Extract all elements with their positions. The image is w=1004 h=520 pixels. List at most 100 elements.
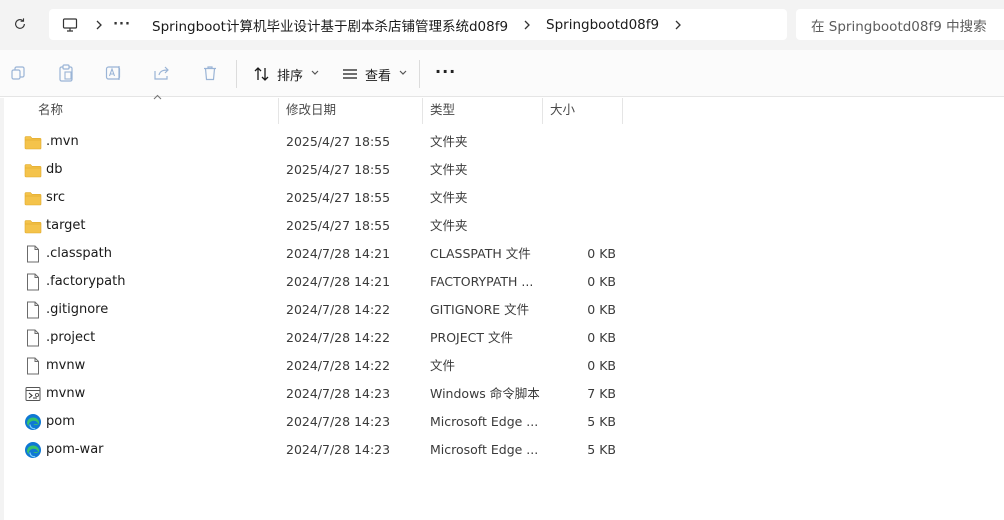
file-size: 0 KB — [587, 302, 616, 317]
file-name[interactable]: .gitignore — [46, 296, 108, 324]
breadcrumb-overflow-button[interactable]: ··· — [110, 17, 134, 32]
file-date: 2024/7/28 14:23 — [286, 442, 391, 457]
chevron-right-icon[interactable] — [667, 20, 689, 30]
file-date: 2024/7/28 14:21 — [286, 274, 391, 289]
this-pc-button[interactable] — [61, 16, 79, 34]
column-header-date[interactable]: 修改日期 — [280, 98, 422, 124]
file-type: Microsoft Edge ... — [430, 414, 539, 429]
column-header-name[interactable]: 名称 — [32, 98, 278, 124]
script-file-icon — [24, 385, 42, 403]
address-bar-row: ··· Springboot计算机毕业设计基于剧本杀店铺管理系统d08f9 Sp… — [0, 0, 1004, 50]
file-size — [544, 212, 616, 240]
file-date: 2025/4/27 18:55 — [286, 162, 391, 177]
file-type: FACTORYPATH ... — [430, 274, 534, 289]
file-type: GITIGNORE 文件 — [430, 302, 530, 317]
file-name[interactable]: pom-war — [46, 436, 104, 464]
command-bar: 排序 查看 ··· — [0, 50, 1004, 97]
file-name[interactable]: .factorypath — [46, 268, 125, 296]
file-icon — [24, 329, 42, 347]
file-row[interactable]: .gitignore 2024/7/28 14:22 GITIGNORE 文件 0 K… — [4, 296, 1004, 324]
delete-icon[interactable] — [200, 63, 220, 83]
column-divider[interactable] — [278, 98, 279, 124]
file-icon — [24, 357, 42, 375]
file-row[interactable]: mvnw 2024/7/28 14:23 Windows 命令脚本 7 KB — [4, 380, 1004, 408]
file-name[interactable]: .mvn — [46, 128, 79, 156]
search-input[interactable]: 在 Springbootd08f9 中搜索 — [796, 9, 1004, 40]
file-size: 5 KB — [587, 442, 616, 457]
file-type: 文件夹 — [430, 134, 468, 149]
folder-icon — [24, 217, 42, 235]
file-date: 2024/7/28 14:22 — [286, 302, 391, 317]
file-size: 5 KB — [587, 414, 616, 429]
sort-icon — [254, 67, 269, 81]
file-row[interactable]: .classpath 2024/7/28 14:21 CLASSPATH 文件 0 K… — [4, 240, 1004, 268]
toolbar-divider — [419, 60, 420, 88]
file-name[interactable]: mvnw — [46, 380, 85, 408]
file-row[interactable]: .project 2024/7/28 14:22 PROJECT 文件 0 KB — [4, 324, 1004, 352]
file-size: 0 KB — [587, 358, 616, 373]
view-label: 查看 — [365, 68, 392, 84]
breadcrumb-item-current[interactable]: Springbootd08f9 — [538, 17, 667, 33]
file-date: 2025/4/27 18:55 — [286, 218, 391, 233]
more-options-button[interactable]: ··· — [435, 62, 456, 81]
refresh-icon — [15, 18, 25, 29]
file-name[interactable]: mvnw — [46, 352, 85, 380]
column-divider[interactable] — [622, 98, 623, 124]
column-header-row: 名称 修改日期 类型 大小 — [4, 94, 1004, 124]
file-date: 2024/7/28 14:23 — [286, 386, 391, 401]
column-divider[interactable] — [422, 98, 423, 124]
column-header-type[interactable]: 类型 — [424, 98, 542, 124]
chevron-right-icon[interactable] — [88, 20, 110, 30]
file-list: .mvn 2025/4/27 18:55 文件夹 db 2025/4/27 18:55 文… — [4, 128, 1004, 464]
file-name[interactable]: src — [46, 184, 65, 212]
file-row[interactable]: pom-war 2024/7/28 14:23 Microsoft Edge ...… — [4, 436, 1004, 464]
file-name[interactable]: .classpath — [46, 240, 112, 268]
file-type: 文件夹 — [430, 190, 468, 205]
file-size — [544, 128, 616, 156]
file-type: PROJECT 文件 — [430, 330, 513, 345]
file-row[interactable]: .factorypath 2024/7/28 14:21 FACTORYPATH .… — [4, 268, 1004, 296]
sort-button[interactable]: 排序 — [253, 62, 319, 86]
file-row[interactable]: pom 2024/7/28 14:23 Microsoft Edge ... 5 KB — [4, 408, 1004, 436]
column-divider[interactable] — [542, 98, 543, 124]
file-size — [544, 156, 616, 184]
file-name[interactable]: .project — [46, 324, 95, 352]
file-size: 0 KB — [587, 246, 616, 261]
edge-html-icon — [24, 441, 42, 459]
breadcrumb-item-project[interactable]: Springboot计算机毕业设计基于剧本杀店铺管理系统d08f9 — [144, 15, 516, 35]
edge-html-icon — [24, 413, 42, 431]
rename-icon[interactable] — [104, 63, 124, 83]
file-size: 0 KB — [587, 274, 616, 289]
file-type: 文件 — [430, 358, 456, 373]
file-date: 2024/7/28 14:21 — [286, 246, 391, 261]
file-size: 7 KB — [587, 386, 616, 401]
file-icon — [24, 301, 42, 319]
file-icon — [24, 245, 42, 263]
file-type: Microsoft Edge ... — [430, 442, 539, 457]
share-icon[interactable] — [152, 63, 172, 83]
file-type: CLASSPATH 文件 — [430, 246, 531, 261]
refresh-button[interactable] — [8, 12, 32, 36]
view-list-icon — [343, 69, 357, 79]
file-name[interactable]: target — [46, 212, 86, 240]
sort-label: 排序 — [277, 68, 304, 84]
file-row[interactable]: db 2025/4/27 18:55 文件夹 — [4, 156, 1004, 184]
address-box[interactable]: ··· Springboot计算机毕业设计基于剧本杀店铺管理系统d08f9 Sp… — [49, 9, 787, 40]
file-row[interactable]: src 2025/4/27 18:55 文件夹 — [4, 184, 1004, 212]
file-date: 2024/7/28 14:22 — [286, 330, 391, 345]
chevron-right-icon[interactable] — [516, 20, 538, 30]
file-date: 2024/7/28 14:23 — [286, 414, 391, 429]
paste-icon[interactable] — [56, 63, 76, 83]
file-size — [544, 184, 616, 212]
file-row[interactable]: target 2025/4/27 18:55 文件夹 — [4, 212, 1004, 240]
file-name[interactable]: db — [46, 156, 63, 184]
copy-icon[interactable] — [8, 63, 28, 83]
file-date: 2024/7/28 14:22 — [286, 358, 391, 373]
computer-icon — [62, 17, 78, 32]
file-name[interactable]: pom — [46, 408, 75, 436]
file-size: 0 KB — [587, 330, 616, 345]
file-row[interactable]: .mvn 2025/4/27 18:55 文件夹 — [4, 128, 1004, 156]
view-button[interactable]: 查看 — [341, 62, 407, 86]
column-header-size[interactable]: 大小 — [544, 98, 622, 124]
file-row[interactable]: mvnw 2024/7/28 14:22 文件 0 KB — [4, 352, 1004, 380]
